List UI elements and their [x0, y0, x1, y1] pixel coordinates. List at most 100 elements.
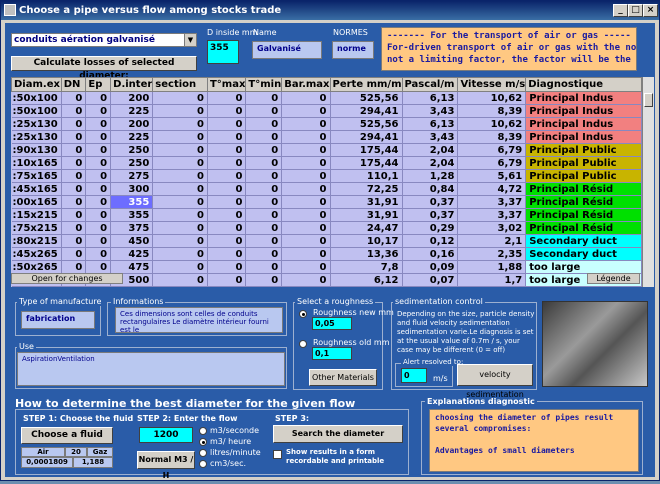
- column-header[interactable]: Perte mm/m: [329, 77, 403, 92]
- table-cell[interactable]: :10x165: [11, 156, 62, 170]
- table-cell[interactable]: 31,91: [330, 208, 403, 222]
- table-cell[interactable]: 6,13: [402, 117, 459, 131]
- column-header[interactable]: Diam.ex: [11, 77, 62, 92]
- flow-unit-radio[interactable]: [199, 460, 207, 468]
- table-row[interactable]: :75x165 0 0 275 0 0 0 0 110,1 1,28 5,61 Principal P…: [11, 169, 642, 183]
- table-cell[interactable]: 0: [85, 208, 112, 222]
- table-cell[interactable]: 6,13: [402, 91, 459, 105]
- table-cell[interactable]: 355: [110, 195, 154, 209]
- pipe-table[interactable]: Diam.ex DN Ep D.inter section T°max T°min Bar.m…: [11, 77, 642, 287]
- table-row[interactable]: :50x100 0 0 225 0 0 0 0 294,41 3,43 8,39 Principal …: [11, 104, 642, 118]
- table-row[interactable]: :25x130 0 0 225 0 0 0 0 294,41 3,43 8,39 Principal …: [11, 130, 642, 144]
- table-cell[interactable]: :25x130: [11, 130, 62, 144]
- table-cell[interactable]: 0: [85, 117, 112, 131]
- table-cell[interactable]: 0,29: [402, 221, 459, 235]
- table-cell[interactable]: 0,37: [402, 208, 459, 222]
- table-cell[interactable]: 0: [245, 247, 283, 261]
- table-cell[interactable]: 0: [281, 195, 331, 209]
- table-cell[interactable]: 0: [85, 169, 112, 183]
- table-cell[interactable]: :50x265: [11, 260, 62, 274]
- maximize-button[interactable]: □: [628, 4, 643, 17]
- table-cell[interactable]: 6,12: [330, 273, 403, 287]
- table-cell[interactable]: 450: [110, 234, 154, 248]
- table-cell[interactable]: 525,56: [330, 91, 403, 105]
- table-cell[interactable]: 0: [152, 156, 208, 170]
- table-cell[interactable]: 4,72: [457, 182, 527, 196]
- column-header[interactable]: Bar.max: [281, 77, 331, 92]
- table-cell[interactable]: 0: [152, 169, 208, 183]
- table-cell[interactable]: 0: [61, 169, 87, 183]
- table-cell[interactable]: 1,88: [457, 260, 527, 274]
- column-header[interactable]: D.inter: [110, 77, 154, 92]
- table-cell[interactable]: 10,62: [457, 91, 527, 105]
- table-cell[interactable]: 0: [61, 104, 87, 118]
- table-cell[interactable]: 0: [85, 195, 112, 209]
- table-cell[interactable]: 3,37: [457, 195, 527, 209]
- table-cell[interactable]: 200: [110, 91, 154, 105]
- table-cell[interactable]: 0: [152, 117, 208, 131]
- table-cell[interactable]: :90x130: [11, 143, 62, 157]
- table-cell[interactable]: 0: [61, 143, 87, 157]
- table-cell[interactable]: 275: [110, 169, 154, 183]
- type-manufacture-field[interactable]: fabrication: [21, 311, 95, 329]
- table-cell[interactable]: 1,28: [402, 169, 459, 183]
- table-cell[interactable]: 0: [85, 247, 112, 261]
- table-cell[interactable]: 200: [110, 117, 154, 131]
- table-row[interactable]: :50x265 0 0 475 0 0 0 0 7,8 0,09 1,88 too large: [11, 260, 642, 274]
- table-row[interactable]: :45x165 0 0 300 0 0 0 0 72,25 0,84 4,72 Principal R…: [11, 182, 642, 196]
- table-cell[interactable]: 0: [207, 234, 247, 248]
- table-cell[interactable]: 0: [245, 234, 283, 248]
- table-cell[interactable]: 0: [85, 260, 112, 274]
- table-cell[interactable]: 5,61: [457, 169, 527, 183]
- calculate-losses-button[interactable]: Calculate losses of selected diameter:: [11, 56, 197, 81]
- table-cell[interactable]: 0: [85, 221, 112, 235]
- table-cell[interactable]: 2,35: [457, 247, 527, 261]
- table-cell[interactable]: 0: [207, 104, 247, 118]
- table-cell[interactable]: too large: [525, 260, 642, 274]
- choose-fluid-button[interactable]: Choose a fluid: [21, 427, 113, 444]
- table-cell[interactable]: 0: [61, 247, 87, 261]
- table-scrollbar[interactable]: [642, 77, 654, 287]
- table-cell[interactable]: 24,47: [330, 221, 403, 235]
- table-cell[interactable]: 0: [281, 260, 331, 274]
- flow-unit-radio[interactable]: [199, 449, 207, 457]
- table-cell[interactable]: 0: [281, 104, 331, 118]
- velocity-sedimentation-button[interactable]: velocity sedimentation: [457, 364, 533, 399]
- table-cell[interactable]: 0: [207, 130, 247, 144]
- table-cell[interactable]: Principal Indus: [525, 117, 642, 131]
- table-cell[interactable]: 0: [152, 195, 208, 209]
- table-cell[interactable]: 0: [85, 234, 112, 248]
- table-cell[interactable]: 0: [245, 221, 283, 235]
- flow-field[interactable]: 1200: [139, 427, 193, 443]
- table-cell[interactable]: 0: [207, 221, 247, 235]
- roughness-new-radio[interactable]: [299, 310, 307, 318]
- table-row[interactable]: :90x130 0 0 250 0 0 0 0 175,44 2,04 6,79 Principal …: [11, 143, 642, 157]
- table-cell[interactable]: 250: [110, 156, 154, 170]
- table-cell[interactable]: Principal Public: [525, 156, 642, 170]
- table-row[interactable]: :50x100 0 0 200 0 0 0 0 525,56 6,13 10,62 Principal…: [11, 91, 642, 105]
- alert-field[interactable]: 0: [401, 368, 427, 383]
- table-cell[interactable]: 0: [207, 273, 247, 287]
- column-header[interactable]: Pascal/m: [401, 77, 459, 92]
- table-cell[interactable]: 225: [110, 104, 154, 118]
- table-cell[interactable]: :50x100: [11, 91, 62, 105]
- table-cell[interactable]: 0: [61, 221, 87, 235]
- table-cell[interactable]: 0: [152, 260, 208, 274]
- table-cell[interactable]: 0,09: [402, 260, 459, 274]
- table-cell[interactable]: 3,43: [402, 130, 459, 144]
- table-cell[interactable]: 6,79: [457, 143, 527, 157]
- table-cell[interactable]: 0: [281, 208, 331, 222]
- table-cell[interactable]: 175,44: [330, 143, 403, 157]
- table-row[interactable]: :10x165 0 0 250 0 0 0 0 175,44 2,04 6,79 Principal …: [11, 156, 642, 170]
- table-cell[interactable]: 0: [207, 143, 247, 157]
- minimize-button[interactable]: _: [613, 4, 628, 17]
- table-cell[interactable]: 525,56: [330, 117, 403, 131]
- column-header[interactable]: DN: [60, 77, 87, 92]
- table-cell[interactable]: 110,1: [330, 169, 403, 183]
- table-cell[interactable]: 0: [61, 195, 87, 209]
- table-cell[interactable]: 0: [61, 156, 87, 170]
- informations-field[interactable]: Ces dimensions sont celles de conduits r…: [115, 307, 283, 333]
- table-row[interactable]: :45x265 0 0 425 0 0 0 0 13,36 0,16 2,35 Secondary d…: [11, 247, 642, 261]
- table-cell[interactable]: 0: [152, 247, 208, 261]
- table-cell[interactable]: 0: [61, 234, 87, 248]
